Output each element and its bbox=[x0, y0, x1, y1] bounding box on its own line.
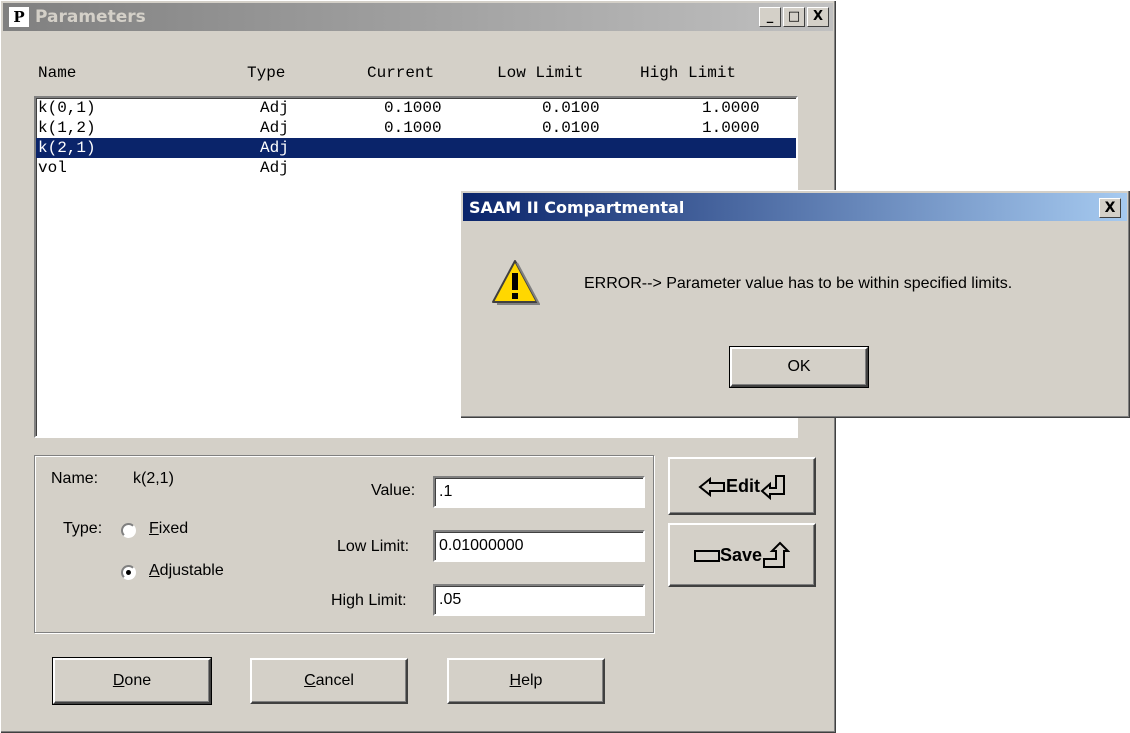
value-label: Value: bbox=[371, 482, 416, 499]
app-icon: P bbox=[9, 7, 29, 27]
left-arrow-icon bbox=[698, 477, 725, 498]
adjustable-radio[interactable] bbox=[121, 565, 136, 580]
column-header-current: Current bbox=[367, 64, 435, 82]
column-header-low-limit: Low Limit bbox=[497, 64, 584, 82]
error-dialog: SAAM II Compartmental X ERROR--> Paramet… bbox=[460, 190, 1130, 418]
fixed-radio-label[interactable]: Fixed bbox=[149, 520, 188, 538]
adjustable-radio-label[interactable]: Adjustable bbox=[149, 562, 224, 580]
radio-selected-dot bbox=[126, 570, 131, 575]
row-name: k(2,1) bbox=[38, 139, 96, 157]
row-low-limit: 0.0100 bbox=[542, 99, 600, 117]
help-button-label: Help bbox=[509, 672, 543, 689]
high-limit-input[interactable]: .05 bbox=[433, 584, 645, 616]
window-controls: _ □ X bbox=[759, 7, 829, 27]
cancel-button-label: Cancel bbox=[304, 672, 354, 689]
name-value: k(2,1) bbox=[133, 470, 174, 487]
maximize-button[interactable]: □ bbox=[783, 7, 805, 27]
value-input[interactable]: .1 bbox=[433, 476, 645, 508]
return-arrow-icon bbox=[760, 475, 785, 501]
close-button[interactable]: X bbox=[1099, 198, 1121, 218]
up-arrow-icon bbox=[763, 541, 791, 569]
row-name: vol bbox=[38, 159, 67, 177]
edit-button-label: Edit bbox=[726, 476, 760, 496]
window-title: Parameters bbox=[35, 7, 146, 27]
error-message: ERROR--> Parameter value has to be withi… bbox=[584, 275, 1013, 292]
low-limit-label: Low Limit: bbox=[337, 538, 410, 555]
parameters-title-bar[interactable]: P Parameters _ □ X bbox=[3, 3, 833, 31]
parameter-row[interactable]: k(1,2) Adj 0.1000 0.0100 1.0000 bbox=[36, 118, 796, 138]
error-dialog-title-bar[interactable]: SAAM II Compartmental X bbox=[463, 193, 1127, 221]
row-current: 0.1000 bbox=[384, 119, 442, 137]
row-high-limit: 1.0000 bbox=[702, 119, 760, 137]
row-low-limit: 0.0100 bbox=[542, 119, 600, 137]
low-limit-input[interactable]: 0.01000000 bbox=[433, 530, 645, 562]
save-button[interactable]: Save bbox=[668, 523, 816, 587]
column-header-type: Type bbox=[247, 64, 286, 82]
row-type: Adj bbox=[260, 99, 289, 117]
cancel-button[interactable]: Cancel bbox=[250, 658, 408, 704]
parameter-detail-group: Name: k(2,1) Type: Fixed Adjustable Valu… bbox=[34, 455, 654, 633]
save-button-label: Save bbox=[719, 545, 763, 565]
warning-icon bbox=[492, 260, 540, 305]
minimize-button[interactable]: _ bbox=[759, 7, 781, 27]
name-label: Name: bbox=[51, 470, 99, 487]
fixed-radio[interactable] bbox=[121, 523, 136, 538]
ok-button-label: OK bbox=[787, 358, 811, 375]
row-type: Adj bbox=[260, 139, 289, 157]
save-bar-icon bbox=[693, 550, 720, 563]
close-button[interactable]: X bbox=[807, 7, 829, 27]
row-type: Adj bbox=[260, 159, 289, 177]
type-label: Type: bbox=[63, 520, 103, 537]
parameter-row[interactable]: k(0,1) Adj 0.1000 0.0100 1.0000 bbox=[36, 98, 796, 118]
row-high-limit: 1.0000 bbox=[702, 99, 760, 117]
parameter-row[interactable]: k(2,1) Adj bbox=[36, 138, 796, 158]
row-name: k(1,2) bbox=[38, 119, 96, 137]
help-button[interactable]: Help bbox=[447, 658, 605, 704]
row-name: k(0,1) bbox=[38, 99, 96, 117]
done-button-label: Done bbox=[112, 672, 152, 689]
column-header-name: Name bbox=[38, 64, 77, 82]
error-dialog-title: SAAM II Compartmental bbox=[469, 197, 685, 217]
parameter-row[interactable]: vol Adj bbox=[36, 158, 796, 178]
row-type: Adj bbox=[260, 119, 289, 137]
ok-button[interactable]: OK bbox=[729, 346, 869, 388]
column-header-high-limit: High Limit bbox=[640, 64, 737, 82]
done-button[interactable]: Done bbox=[52, 657, 212, 705]
edit-button[interactable]: Edit bbox=[668, 457, 816, 515]
row-current: 0.1000 bbox=[384, 99, 442, 117]
high-limit-label: High Limit: bbox=[331, 592, 407, 609]
